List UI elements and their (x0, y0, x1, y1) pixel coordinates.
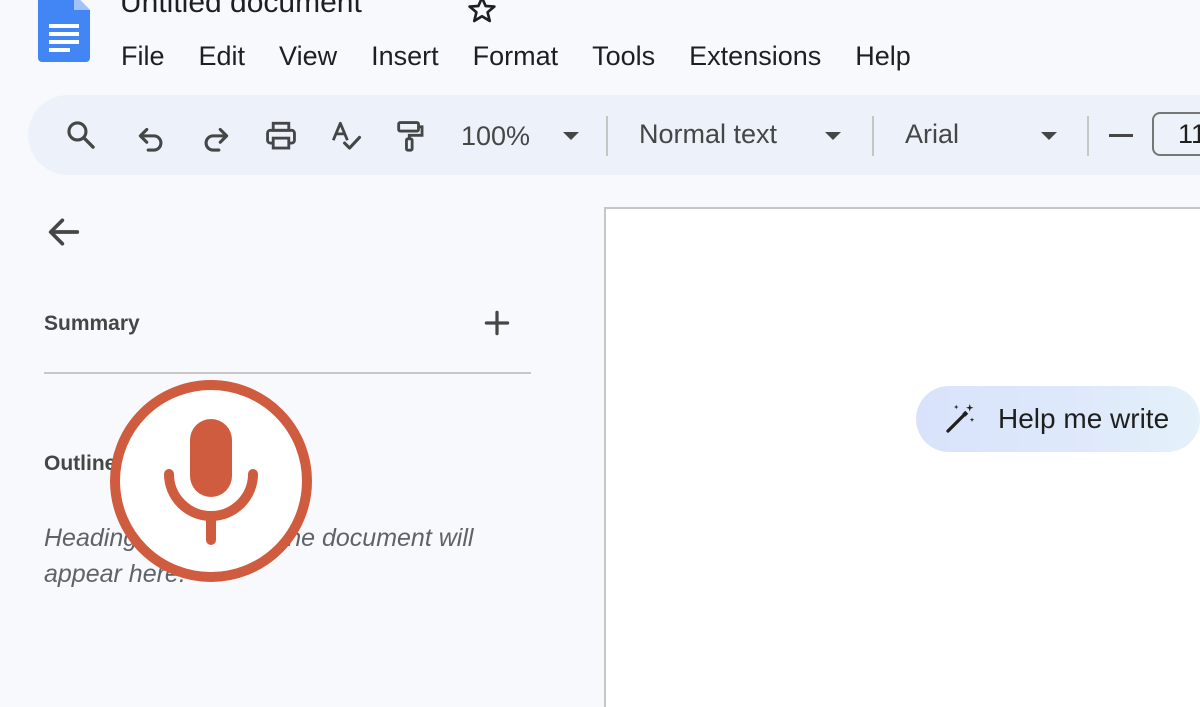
paragraph-style-select[interactable]: Normal text (639, 119, 777, 150)
spellcheck-icon[interactable] (329, 119, 363, 153)
zoom-dropdown-icon[interactable] (563, 132, 579, 140)
menu-help[interactable]: Help (838, 38, 928, 74)
document-page[interactable] (604, 207, 1200, 707)
microphone-icon (108, 378, 314, 584)
menu-format[interactable]: Format (456, 38, 576, 74)
menu-extensions[interactable]: Extensions (672, 38, 838, 74)
menu-view[interactable]: View (262, 38, 354, 74)
menu-insert[interactable]: Insert (354, 38, 456, 74)
style-dropdown-icon[interactable] (825, 132, 841, 140)
search-icon[interactable] (64, 118, 98, 152)
toolbar-divider (1087, 116, 1089, 156)
toolbar-divider (872, 116, 874, 156)
help-me-write-button[interactable]: Help me write (916, 386, 1200, 452)
font-size-input[interactable]: 11 (1152, 112, 1200, 156)
zoom-select[interactable]: 100% (461, 121, 530, 152)
sidebar-divider (44, 372, 531, 374)
menu-file[interactable]: File (104, 38, 182, 74)
toolbar-divider (606, 116, 608, 156)
font-dropdown-icon[interactable] (1041, 132, 1057, 140)
menu-tools[interactable]: Tools (575, 38, 672, 74)
star-icon[interactable] (466, 0, 498, 26)
menu-edit[interactable]: Edit (182, 38, 263, 74)
document-title[interactable]: Untitled document (120, 0, 362, 20)
back-arrow-icon[interactable] (44, 212, 84, 252)
docs-logo-icon[interactable] (38, 0, 90, 64)
font-select[interactable]: Arial (905, 119, 959, 150)
print-icon[interactable] (264, 119, 298, 153)
undo-icon[interactable] (134, 121, 168, 155)
redo-icon[interactable] (199, 121, 233, 155)
decrease-font-size-button[interactable] (1109, 134, 1133, 137)
outline-heading: Outline (44, 452, 117, 475)
menu-bar: File Edit View Insert Format Tools Exten… (104, 38, 928, 74)
add-summary-button[interactable] (482, 308, 512, 338)
magic-pen-icon (942, 401, 978, 437)
summary-heading: Summary (44, 312, 140, 335)
paint-format-icon[interactable] (393, 119, 427, 153)
help-me-write-label: Help me write (998, 403, 1170, 434)
